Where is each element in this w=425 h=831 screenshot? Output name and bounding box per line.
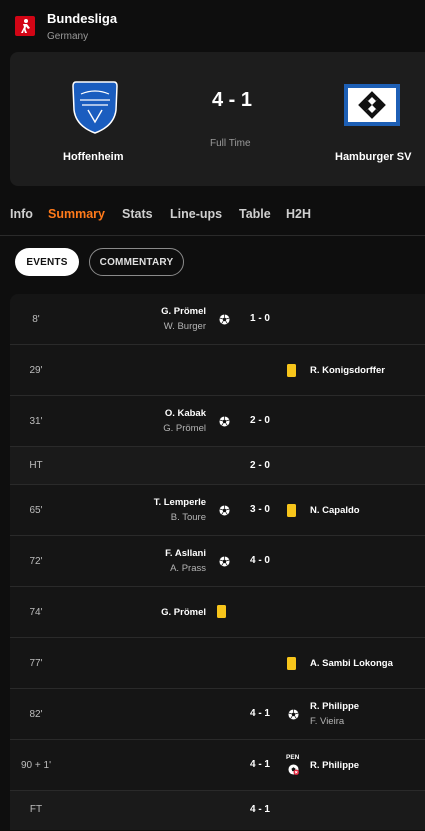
match-score: 4 - 1 xyxy=(212,89,253,111)
event-score: 4 - 1 xyxy=(249,804,270,815)
goal-ball-icon xyxy=(219,416,230,427)
hoffenheim-crest-icon[interactable] xyxy=(70,80,120,134)
event-minute: 29' xyxy=(29,365,43,376)
event-score: 2 - 0 xyxy=(249,415,270,426)
tab-line-ups[interactable]: Line-ups xyxy=(170,207,222,221)
event-score: 4 - 1 xyxy=(249,759,270,770)
yellow-card-icon xyxy=(287,504,296,517)
event-minute: 65' xyxy=(29,505,43,516)
event-minute: 72' xyxy=(29,556,43,567)
away-player[interactable]: N. Capaldo xyxy=(310,505,360,516)
home-player[interactable]: G. Prömel xyxy=(161,306,206,317)
away-player[interactable]: R. Konigsdorffer xyxy=(310,365,385,376)
home-player[interactable]: G. Prömel xyxy=(161,607,206,618)
home-player[interactable]: O. Kabak xyxy=(165,408,206,419)
commentary-pill-button[interactable]: COMMENTARY xyxy=(89,248,184,276)
match-status: Full Time xyxy=(210,138,251,149)
yellow-card-icon xyxy=(217,605,226,618)
league-header[interactable]: Bundesliga Germany xyxy=(0,0,425,50)
event-minute: 74' xyxy=(29,607,43,618)
event-minute: 90 + 1' xyxy=(21,760,51,771)
events-list: 8' G. Prömel W. Burger 1 - 0 29' R. Koni… xyxy=(10,294,425,830)
event-minute: 82' xyxy=(29,709,43,720)
event-minute: 31' xyxy=(29,416,43,427)
tab-h2h[interactable]: H2H xyxy=(286,207,311,221)
penalty-label: PEN xyxy=(286,754,300,761)
goal-ball-icon xyxy=(219,314,230,325)
home-assist[interactable]: B. Toure xyxy=(171,512,206,523)
league-country: Germany xyxy=(47,31,89,42)
away-player[interactable]: R. Philippe xyxy=(310,701,359,712)
goal-ball-icon xyxy=(219,505,230,516)
event-score: 4 - 0 xyxy=(249,555,270,566)
yellow-card-icon xyxy=(287,657,296,670)
away-assist[interactable]: F. Vieira xyxy=(310,716,344,727)
bundesliga-logo-icon xyxy=(15,16,35,36)
away-team-name[interactable]: Hamburger SV xyxy=(335,151,411,163)
event-row: 82' 4 - 1 R. Philippe F. Vieira xyxy=(10,689,425,740)
home-player[interactable]: F. Asllani xyxy=(165,548,206,559)
event-minute: 77' xyxy=(29,658,43,669)
event-row: 72' F. Asllani A. Prass 4 - 0 xyxy=(10,536,425,587)
event-row: 31' O. Kabak G. Prömel 2 - 0 xyxy=(10,396,425,447)
home-assist[interactable]: W. Burger xyxy=(164,321,206,332)
goal-ball-icon xyxy=(219,556,230,567)
full-time-row: FT 4 - 1 xyxy=(10,791,425,830)
tab-info[interactable]: Info xyxy=(10,207,33,221)
match-tabs: Info Summary Stats Line-ups Table H2H xyxy=(0,198,425,236)
event-row: 77' A. Sambi Lokonga xyxy=(10,638,425,689)
event-row: 65' T. Lemperle B. Toure 3 - 0 N. Capald… xyxy=(10,485,425,536)
home-team-name[interactable]: Hoffenheim xyxy=(63,151,124,163)
event-score: 2 - 0 xyxy=(249,460,270,471)
event-score: 3 - 0 xyxy=(249,504,270,515)
home-assist[interactable]: G. Prömel xyxy=(163,423,206,434)
yellow-card-icon xyxy=(287,364,296,377)
home-player[interactable]: T. Lemperle xyxy=(154,497,206,508)
home-assist[interactable]: A. Prass xyxy=(170,563,206,574)
event-row: 29' R. Konigsdorffer xyxy=(10,345,425,396)
event-minute: HT xyxy=(29,460,43,471)
events-pill-button[interactable]: EVENTS xyxy=(15,248,79,276)
half-time-row: HT 2 - 0 xyxy=(10,447,425,485)
away-player[interactable]: A. Sambi Lokonga xyxy=(310,658,393,669)
match-scorecard: Hoffenheim 4 - 1 Full Time Hamburger SV xyxy=(10,52,425,186)
event-score: 4 - 1 xyxy=(249,708,270,719)
event-score: 1 - 0 xyxy=(249,313,270,324)
event-row: 8' G. Prömel W. Burger 1 - 0 xyxy=(10,294,425,345)
event-row: 74' G. Prömel xyxy=(10,587,425,638)
away-player[interactable]: R. Philippe xyxy=(310,760,359,771)
event-minute: 8' xyxy=(32,314,40,325)
league-name: Bundesliga xyxy=(47,11,118,26)
event-row: 90 + 1' 4 - 1 PEN R. Philippe xyxy=(10,740,425,791)
hamburg-crest-icon[interactable] xyxy=(344,84,400,126)
tab-table[interactable]: Table xyxy=(239,207,271,221)
tab-stats[interactable]: Stats xyxy=(122,207,153,221)
penalty-missed-icon xyxy=(288,764,299,775)
tab-summary[interactable]: Summary xyxy=(48,207,105,221)
goal-ball-icon xyxy=(288,709,299,720)
event-minute: FT xyxy=(29,804,43,815)
